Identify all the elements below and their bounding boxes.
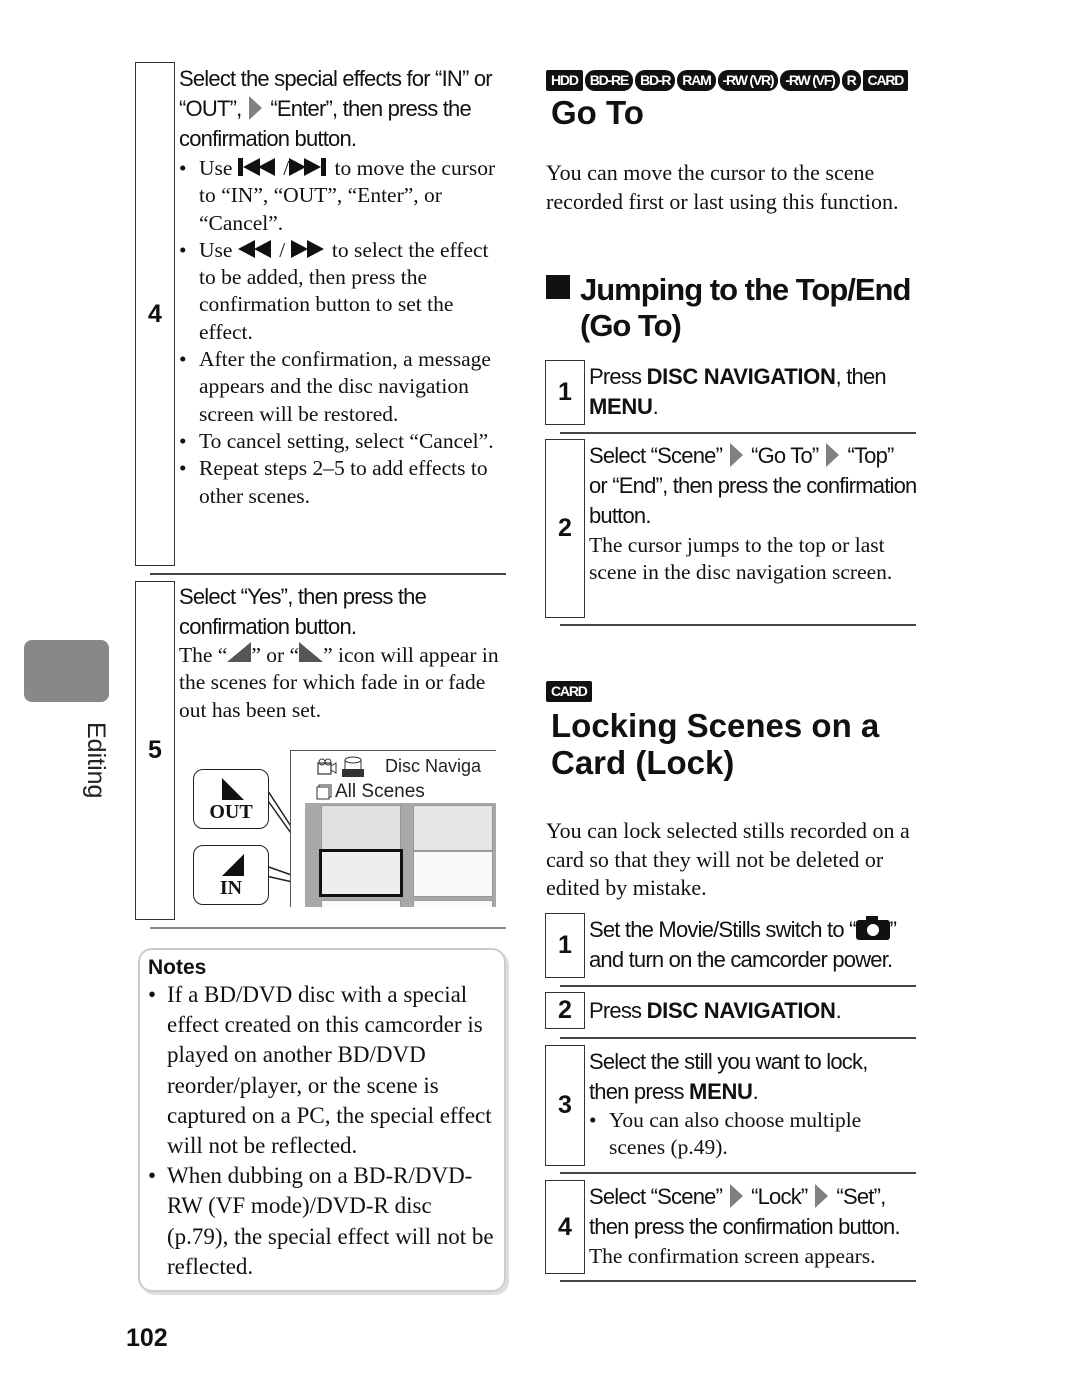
screen-title: Disc Naviga: [385, 756, 482, 776]
badge-rw-vr: -RW (VR): [717, 70, 779, 91]
note-item: If a BD/DVD disc with a special effect c…: [148, 980, 496, 1161]
badge-card: CARD: [546, 681, 592, 702]
disc-navigation-screen: Disc Naviga All Scenes: [290, 750, 496, 907]
step-5-body: The “” or “” icon will appear in the sce…: [179, 642, 499, 722]
step-4-bullets: Use / to move the cursor to “IN”, “OUT”,…: [179, 155, 507, 510]
divider: [560, 985, 916, 987]
lock-step-2-number-box: 2: [545, 992, 585, 1029]
divider: [150, 573, 506, 575]
bullet-item: You can also choose multiple scenes (p.4…: [589, 1107, 909, 1162]
step-4-heading: Select the special effects for “IN” or “…: [179, 66, 493, 151]
lock-intro: You can lock selected stills recorded on…: [546, 818, 910, 900]
badge-ram: RAM: [677, 70, 716, 91]
badge-bd-r: BD-R: [635, 70, 676, 91]
hdd-icon: [342, 756, 364, 777]
skip-back-icon: [237, 158, 275, 176]
goto-title: Go To: [551, 94, 644, 131]
page-number: 102: [126, 1324, 168, 1352]
fade-out-icon: [299, 642, 324, 662]
camera-icon: [855, 916, 890, 940]
all-scenes-icon: [316, 784, 332, 800]
goto-step-2-heading: Select “Scene” “Go To” “Top” or “End”, the…: [589, 443, 917, 528]
notes-box: Notes If a BD/DVD disc with a special ef…: [138, 948, 506, 1292]
goto-step-2-number-box: 2: [545, 439, 585, 618]
rewind-icon: [237, 239, 271, 258]
note-item: When dubbing on a BD-R/DVD-RW (VF mode)/…: [148, 1161, 496, 1282]
badge-card: CARD: [862, 70, 909, 91]
fast-forward-icon: [290, 239, 324, 258]
movie-icon: [317, 758, 337, 775]
bullet-item: To cancel setting, select “Cancel”.: [179, 428, 507, 456]
lock-step-4-number-box: 4: [545, 1180, 585, 1274]
chapter-tab: [24, 640, 109, 702]
goto-step-1-text: Press DISC NAVIGATION, then MENU.: [589, 364, 887, 419]
thumbnail-grid: [305, 803, 496, 907]
thumbnail-selected: [319, 849, 403, 897]
lock-step-1-text: Set the Movie/Stills switch to “” and tu…: [589, 916, 897, 972]
lock-step-3-number-box: 3: [545, 1045, 585, 1166]
lock-step-4-body: The confirmation screen appears.: [589, 1244, 876, 1268]
divider: [560, 1037, 916, 1039]
lock-step-1-number-box: 1: [545, 913, 585, 978]
bullet-item: Use / to move the cursor to “IN”, “OUT”,…: [179, 155, 507, 237]
lock-title: Locking Scenes on a Card (Lock): [551, 707, 880, 781]
arrow-right-icon: [815, 1184, 829, 1209]
screen-subtitle: All Scenes: [335, 781, 425, 802]
step-number: 5: [148, 736, 162, 764]
divider: [560, 1172, 916, 1174]
media-badges: HDD BD-RE BD-R RAM -RW (VR) -RW (VF) R C…: [546, 70, 909, 91]
arrow-right-icon: [826, 443, 840, 468]
thumbnail: [413, 805, 493, 851]
step-number: 4: [148, 299, 162, 328]
fade-in-icon: [222, 854, 244, 876]
callout-in: IN: [193, 845, 269, 905]
thumbnail: [413, 900, 493, 907]
divider: [560, 1280, 916, 1282]
chapter-label: Editing: [82, 722, 110, 799]
thumbnail: [321, 805, 401, 851]
goto-step-2-body: The cursor jumps to the top or last scen…: [589, 533, 893, 585]
skip-forward-icon: [289, 158, 327, 176]
notes-list: If a BD/DVD disc with a special effect c…: [148, 980, 496, 1282]
badge-rw-vf: -RW (VF): [780, 70, 840, 91]
thumbnail: [321, 900, 401, 907]
divider: [560, 432, 916, 434]
lock-step-3-text: Select the still you want to lock, then …: [589, 1049, 868, 1104]
badge-bd-re: BD-RE: [584, 70, 634, 91]
step-4-number-box: 4: [135, 62, 175, 566]
arrow-right-icon: [730, 1184, 744, 1209]
notes-title: Notes: [148, 956, 207, 979]
fade-out-icon: [222, 778, 244, 800]
lock-step-4-heading: Select “Scene” “Lock” “Set”, then press th…: [589, 1184, 901, 1239]
lock-step-3-bullets: You can also choose multiple scenes (p.4…: [589, 1107, 909, 1162]
bullet-item: After the confirmation, a message appear…: [179, 346, 507, 428]
badge-hdd: HDD: [546, 70, 583, 91]
bullet-item: Use / to select the effect to be added, …: [179, 237, 507, 346]
step-5-heading: Select “Yes”, then press the confirmatio…: [179, 584, 427, 639]
step-5-number-box: 5: [135, 581, 175, 920]
fade-in-icon: [227, 642, 252, 662]
arrow-right-icon: [730, 443, 744, 468]
thumbnail: [413, 851, 493, 897]
goto-intro: You can move the cursor to the scene rec…: [546, 160, 899, 214]
goto-section-heading: Jumping to the Top/End (Go To): [546, 272, 926, 344]
divider: [150, 927, 506, 929]
callout-out: OUT: [193, 769, 269, 829]
goto-step-1-number-box: 1: [545, 360, 585, 425]
divider: [560, 624, 916, 626]
lock-step-2-text: Press DISC NAVIGATION.: [589, 998, 842, 1023]
square-bullet-icon: [546, 275, 570, 299]
badge-r: R: [841, 70, 861, 91]
bullet-item: Repeat steps 2–5 to add effects to other…: [179, 455, 507, 510]
arrow-right-icon: [249, 96, 263, 121]
